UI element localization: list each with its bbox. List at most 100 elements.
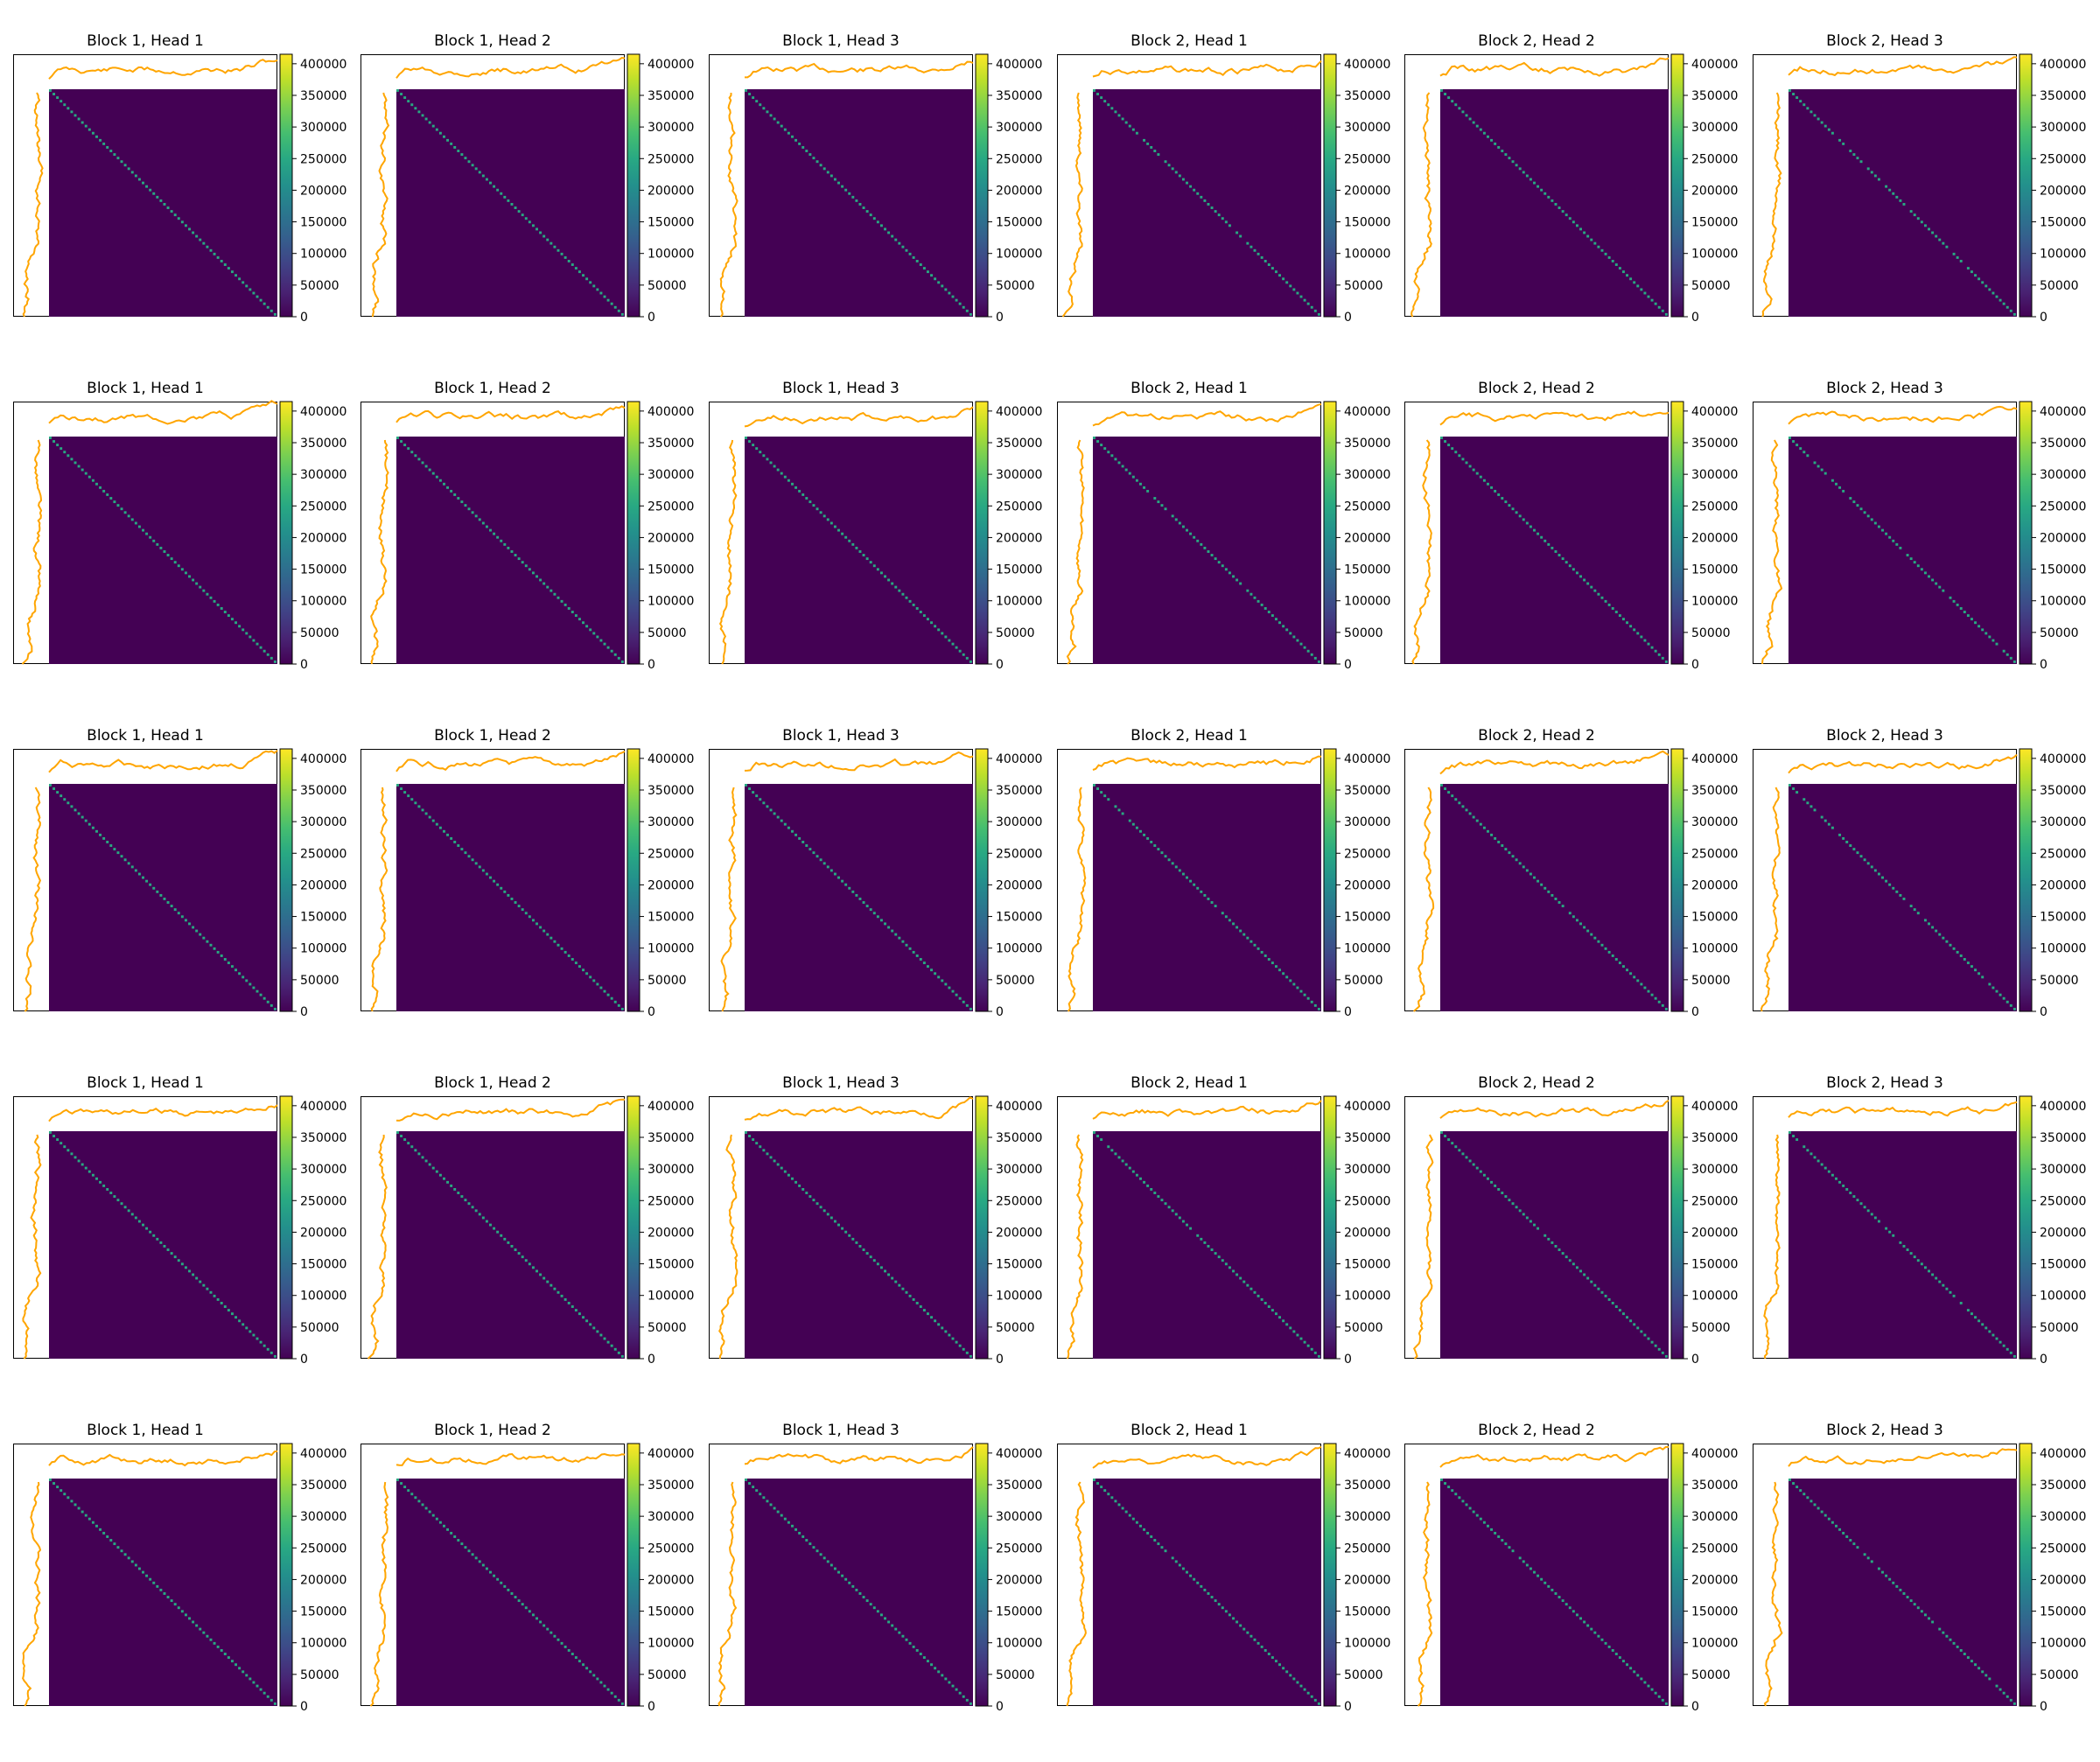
diagonal-cell [610,649,613,653]
diagonal-cell [560,599,564,603]
diagonal-cell [510,1592,514,1595]
colorbar-tick-label: 150000 [300,1605,346,1619]
diagonal-cell [783,475,787,479]
diagonal-cell [1171,1556,1174,1560]
diagonal-cell [1956,1645,1959,1648]
diagonal-cell [163,203,166,206]
diagonal-cell [848,192,851,195]
diagonal-cell [1881,528,1884,532]
colorbar-tick-label: 50000 [648,626,687,640]
diagonal-cell [489,181,492,185]
colorbar-tick-label: 150000 [648,911,694,925]
diagonal-cell [802,493,805,496]
diagonal-cell [262,649,266,653]
diagonal-cell [1572,568,1575,571]
diagonal-cell [1267,263,1270,266]
diagonal-cell [826,1213,830,1216]
diagonal-cell [1621,1660,1625,1663]
diagonal-cell [1497,1188,1501,1191]
colorbar-tick-label: 300000 [1344,468,1390,482]
diagonal-cell [1214,1599,1217,1603]
panel-title: Block 2, Head 1 [1130,1422,1248,1439]
heatmap-panel: Block 2, Head 3 0 50000 100000 150000 200000 2… [1753,721,2100,1067]
diagonal-cell [1590,585,1593,589]
diagonal-cell [1497,841,1501,843]
diagonal-cell [1157,153,1160,157]
heatmap-svg: Block 1, Head 20500001000001500002000002… [360,727,694,1019]
diagonal-cell [1564,1255,1568,1259]
diagonal-cell [794,138,798,142]
diagonal-cell [1508,504,1511,507]
colorbar-tick-label: 400000 [300,1100,346,1114]
diagonal-cell [195,929,199,933]
diagonal-cell [507,546,510,549]
diagonal-cell [926,270,929,274]
diagonal-cell [1824,124,1827,128]
diagonal-cell [1590,933,1593,936]
diagonal-cell [1110,1149,1114,1152]
diagonal-cell [606,1688,610,1691]
diagonal-cell [1143,138,1146,142]
diagonal-cell [66,454,70,458]
diagonal-cell [1611,260,1614,262]
diagonal-cell [901,1634,905,1638]
diagonal-cell [184,224,187,227]
diagonal-cell [1959,260,1963,262]
diagonal-cell [1575,224,1578,227]
colorbar [1670,1095,1684,1360]
diagonal-cell [1899,1241,1902,1244]
diagonal-cell [1143,1180,1146,1184]
colorbar-tick-label: 150000 [648,563,694,577]
diagonal-cell [1604,252,1607,255]
diagonal-cell [1479,822,1482,826]
diagonal-cell [478,1560,481,1563]
diagonal-cell [1792,440,1796,443]
diagonal-cell [242,975,245,979]
diagonal-cell [52,787,56,790]
diagonal-cell [1974,621,1977,625]
diagonal-cell [1579,1617,1582,1620]
diagonal-cell [199,933,202,936]
diagonal-cell [414,801,417,805]
diagonal-cell [1135,1521,1138,1524]
diagonal-cell [1544,192,1547,195]
colorbar-tick-label: 200000 [2040,878,2086,892]
colorbar-tick-label: 100000 [996,1290,1042,1304]
colorbar-tick-label: 100000 [996,1637,1042,1651]
diagonal-cell [1193,883,1196,886]
diagonal-cell [52,1135,56,1137]
diagonal-cell [192,1620,195,1624]
colorbar-tick-label: 200000 [2040,1226,2086,1240]
colorbar-tick-label: 0 [996,1700,1004,1714]
diagonal-cell [134,521,137,525]
colorbar-tick-label: 250000 [648,847,694,861]
diagonal-cell [865,210,869,213]
colorbar-tick-label: 400000 [1344,1447,1390,1461]
colorbar-tick-label: 250000 [996,1194,1042,1208]
diagonal-cell [1504,500,1508,504]
heatmap-svg: Block 1, Head 10500001000001500002000002… [13,727,346,1019]
colorbar-tick-label: 50000 [1691,1321,1731,1335]
diagonal-cell [1942,1631,1945,1634]
diagonal-cell [514,1248,517,1251]
diagonal-cell [805,1539,808,1542]
colorbar-tick-label: 50000 [1691,974,1731,988]
diagonal-cell [862,901,865,904]
colorbar-tick-label: 400000 [2040,752,2086,766]
diagonal-cell [1859,855,1863,858]
diagonal-cell [872,217,876,220]
diagonal-cell [1995,295,1998,298]
diagonal-cell [70,110,74,114]
diagonal-cell [1928,1617,1930,1620]
diagonal-cell [1515,1206,1518,1209]
diagonal-cell [134,869,137,872]
diagonal-cell [941,284,944,288]
diagonal-cell [2012,660,2016,663]
diagonal-cell [1866,862,1870,865]
diagonal-cell [106,841,109,843]
diagonal-cell [1564,213,1568,217]
colorbar-tick-label: 0 [2040,1700,2048,1714]
diagonal-cell [1518,862,1522,865]
diagonal-cell [1232,1269,1235,1273]
diagonal-cell [500,886,503,890]
